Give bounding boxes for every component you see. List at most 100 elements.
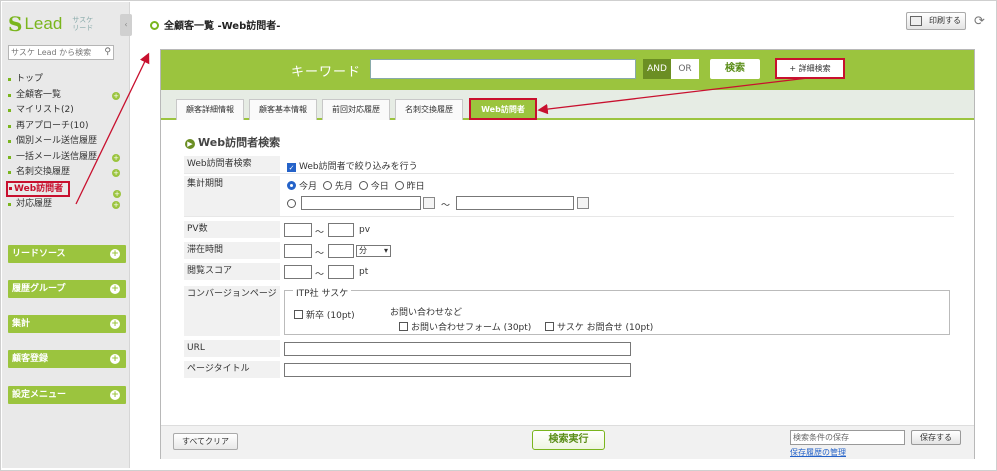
print-button[interactable]: 印刷する <box>906 12 966 30</box>
save-button[interactable]: 保存する <box>911 430 961 445</box>
execute-search-button[interactable]: 検索実行 <box>532 430 605 450</box>
sidebar-item-reapproach[interactable]: 再アプローチ(10) <box>8 119 126 135</box>
search-icon[interactable]: ⚲ <box>104 46 111 59</box>
expand-icon[interactable]: + <box>112 153 120 162</box>
expand-icon[interactable]: + <box>113 190 121 198</box>
bullet-icon <box>9 186 12 190</box>
group-lead-source[interactable]: リードソース + <box>8 245 126 263</box>
radio-label: 先月 <box>334 182 353 192</box>
refresh-icon[interactable]: ⟳ <box>974 14 985 29</box>
save-history-link[interactable]: 保存履歴の管理 <box>790 447 846 458</box>
period-radio-group: 今月 先月 今日 昨日 <box>287 179 425 192</box>
expand-icon[interactable]: + <box>112 200 120 209</box>
group-history[interactable]: 履歴グループ + <box>8 280 126 298</box>
conv-item-new-grad[interactable]: 新卒 (10pt) <box>294 308 355 321</box>
bullet-icon <box>8 171 11 174</box>
sidebar-item-bulk-mail[interactable]: 一括メール送信履歴 + <box>8 150 126 166</box>
date-to-input[interactable] <box>456 196 574 210</box>
plus-icon: + <box>110 390 120 400</box>
tab-web-visitors[interactable]: Web訪問者 <box>469 98 537 120</box>
period-label: 集計期間 <box>184 176 280 216</box>
group-label: 設定メニュー <box>12 390 67 400</box>
title-circle-icon <box>150 21 159 30</box>
bullet-icon <box>8 109 11 112</box>
conversion-label: コンバージョンページ <box>184 286 280 336</box>
keyword-search-button[interactable]: 検索 <box>710 59 760 79</box>
group-label: 顧客登録 <box>12 354 49 364</box>
radio-yesterday[interactable] <box>394 181 404 190</box>
score-label: 閲覧スコア <box>184 263 280 280</box>
url-input[interactable] <box>284 342 631 356</box>
stay-min-input[interactable] <box>284 244 312 258</box>
stay-unit-select[interactable]: 分 ▾ <box>356 245 391 257</box>
pv-min-input[interactable] <box>284 223 312 237</box>
tab-customer-basic[interactable]: 顧客基本情報 <box>249 99 317 120</box>
clear-all-button[interactable]: すべてクリア <box>173 433 238 450</box>
sidebar-item-all-customers[interactable]: 全顧客一覧 + <box>8 88 126 104</box>
checkbox-checked-icon[interactable]: ✓ <box>287 163 296 172</box>
stay-max-input[interactable] <box>328 244 354 258</box>
sidebar-search-placeholder: サスケ Lead から検索 <box>11 48 92 57</box>
pv-max-input[interactable] <box>328 223 354 237</box>
save-condition-input[interactable]: 検索条件の保存 <box>790 430 905 445</box>
tab-last-response[interactable]: 前回対応履歴 <box>322 99 390 120</box>
calendar-icon[interactable] <box>423 197 435 209</box>
radio-label: 昨日 <box>406 182 425 192</box>
radio-last-month[interactable] <box>322 181 332 190</box>
visitor-filter-text: Web訪問者で絞り込みを行う <box>299 162 418 172</box>
group-label: リードソース <box>12 249 66 259</box>
keyword-label: キーワード <box>291 65 362 80</box>
radio-custom-range[interactable] <box>287 199 299 210</box>
score-unit: pt <box>359 267 369 277</box>
logo-mark: S <box>8 12 23 36</box>
checkbox-icon[interactable] <box>294 310 303 319</box>
conv-item-label: 新卒 (10pt) <box>306 311 355 321</box>
radio-today[interactable] <box>358 181 368 190</box>
conv-item-sasuke-inquiry[interactable]: サスケ お問合せ (10pt) <box>545 320 653 333</box>
radio-label: 今月 <box>299 182 318 192</box>
group-customer-register[interactable]: 顧客登録 + <box>8 350 126 368</box>
sidebar-item-individual-mail[interactable]: 個別メール送信履歴 <box>8 134 126 150</box>
sidebar-item-label: Web訪問者 <box>14 183 64 194</box>
sidebar-collapse-button[interactable]: ‹ <box>120 14 132 36</box>
radio-custom-icon[interactable] <box>287 199 296 208</box>
expand-icon[interactable]: + <box>112 91 120 100</box>
or-toggle[interactable]: OR <box>671 59 699 79</box>
score-max-input[interactable] <box>328 265 354 279</box>
conv-item-label: サスケ お問合せ (10pt) <box>557 323 654 333</box>
sidebar-item-label: 個別メール送信履歴 <box>16 136 98 146</box>
page-title-label: ページタイトル <box>184 361 280 378</box>
radio-this-month[interactable] <box>287 181 296 190</box>
score-min-input[interactable] <box>284 265 312 279</box>
sidebar-item-card-exchange[interactable]: 名刺交換履歴 + <box>8 165 126 181</box>
advanced-search-button[interactable]: + 詳細検索 <box>775 58 845 79</box>
sidebar-item-top[interactable]: トップ <box>8 72 126 88</box>
sidebar-item-mylist[interactable]: マイリスト(2) <box>8 103 126 119</box>
keyword-input[interactable] <box>370 59 636 79</box>
sidebar-item-web-visitors[interactable]: Web訪問者 <box>6 180 70 197</box>
page-title-input[interactable] <box>284 363 631 377</box>
plus-icon: + <box>110 249 120 259</box>
conv-item-inquiry-form[interactable]: お問い合わせフォーム (30pt) <box>399 320 531 333</box>
calendar-icon[interactable] <box>577 197 589 209</box>
checkbox-icon[interactable] <box>399 322 408 331</box>
sidebar-search-input[interactable]: サスケ Lead から検索 ⚲ <box>8 45 114 60</box>
range-separator: ～ <box>315 270 325 280</box>
expand-icon[interactable]: + <box>112 169 120 177</box>
group-aggregate[interactable]: 集計 + <box>8 315 126 333</box>
group-settings[interactable]: 設定メニュー + <box>8 386 126 404</box>
bullet-icon <box>8 93 11 97</box>
sidebar-item-label: 全顧客一覧 <box>16 89 62 100</box>
checkbox-icon[interactable] <box>545 322 554 331</box>
sidebar-item-response-history[interactable]: 対応履歴 + <box>8 197 126 213</box>
section-title-text: Web訪問者検索 <box>198 136 281 149</box>
plus-icon: + <box>110 354 120 364</box>
visitor-filter-checkbox[interactable]: ✓ Web訪問者で絞り込みを行う <box>287 159 418 172</box>
tab-card-exchange[interactable]: 名刺交換履歴 <box>395 99 463 120</box>
and-toggle[interactable]: AND <box>643 59 671 79</box>
group-label: 集計 <box>12 319 31 329</box>
date-from-input[interactable] <box>301 196 421 210</box>
bullet-icon <box>8 155 11 159</box>
page-title: 全顧客一覧 -Web訪問者- <box>150 17 280 32</box>
tab-customer-detail[interactable]: 顧客詳細情報 <box>176 99 244 120</box>
